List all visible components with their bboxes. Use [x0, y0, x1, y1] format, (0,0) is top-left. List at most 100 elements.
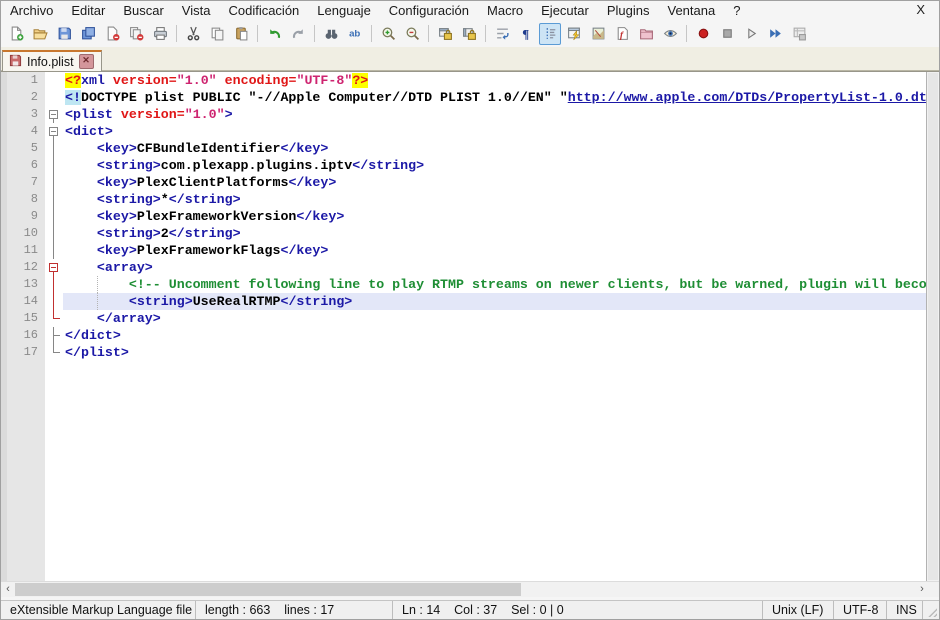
- code-line-14: 14 <string>UseRealRTMP</string>: [1, 293, 927, 310]
- save-button[interactable]: [53, 23, 75, 45]
- code-text[interactable]: <plist version="1.0">: [63, 106, 927, 123]
- vertical-scrollbar[interactable]: [926, 72, 939, 581]
- close-all-button[interactable]: [125, 23, 147, 45]
- playback-macro-button[interactable]: [740, 23, 762, 45]
- fold-toggle-icon[interactable]: [45, 106, 63, 123]
- code-text[interactable]: <string>2</string>: [63, 225, 927, 242]
- undo-button[interactable]: [263, 23, 285, 45]
- editor-empty-area[interactable]: [1, 361, 927, 581]
- fold-toggle-icon[interactable]: [45, 123, 63, 140]
- close-file-icon: [105, 26, 120, 41]
- code-text[interactable]: </plist>: [63, 344, 927, 361]
- menu-plugins[interactable]: Plugins: [598, 2, 659, 19]
- status-bar: eXtensible Markup Language filelength : …: [1, 600, 939, 619]
- sync-scroll-vertical-button[interactable]: [434, 23, 456, 45]
- folder-as-workspace-button[interactable]: [635, 23, 657, 45]
- code-text[interactable]: <string>com.plexapp.plugins.iptv</string…: [63, 157, 927, 174]
- close-file-button[interactable]: [101, 23, 123, 45]
- menu-ventana[interactable]: Ventana: [658, 2, 724, 19]
- toolbar: ab ¶ f: [1, 20, 939, 47]
- redo-button[interactable]: [287, 23, 309, 45]
- replace-button[interactable]: ab: [344, 23, 366, 45]
- code-text[interactable]: <string>*</string>: [63, 191, 927, 208]
- code-text[interactable]: </dict>: [63, 327, 927, 344]
- horizontal-scrollbar[interactable]: ‹ ›: [1, 581, 939, 597]
- zoom-in-button[interactable]: [377, 23, 399, 45]
- menu-ejecutar[interactable]: Ejecutar: [532, 2, 598, 19]
- show-all-characters-button[interactable]: ¶: [515, 23, 537, 45]
- fold-margin: [45, 242, 63, 259]
- fold-margin: [45, 89, 63, 106]
- code-line-5: 5 <key>CFBundleIdentifier</key>: [1, 140, 927, 157]
- fold-margin: [45, 344, 63, 361]
- fold-margin: [45, 72, 63, 89]
- menu-editar[interactable]: Editar: [62, 2, 114, 19]
- status-cursor-position: Ln : 14 Col : 37 Sel : 0 | 0: [393, 601, 763, 619]
- document-map-button[interactable]: [587, 23, 609, 45]
- fold-margin: [45, 174, 63, 191]
- code-text[interactable]: <key>PlexFrameworkVersion</key>: [63, 208, 927, 225]
- monitoring-button[interactable]: [659, 23, 681, 45]
- record-macro-button[interactable]: [692, 23, 714, 45]
- code-text[interactable]: <!-- Uncomment following line to play RT…: [63, 276, 927, 293]
- zoom-out-button[interactable]: [401, 23, 423, 45]
- sync-scroll-horizontal-button[interactable]: [458, 23, 480, 45]
- code-text[interactable]: <!DOCTYPE plist PUBLIC "-//Apple Compute…: [63, 89, 927, 106]
- code-text[interactable]: <array>: [63, 259, 927, 276]
- define-language-button[interactable]: [563, 23, 585, 45]
- scroll-left-arrow[interactable]: ‹: [1, 582, 15, 597]
- tab-info-plist[interactable]: Info.plist ✕: [2, 50, 102, 71]
- toolbar-separator: [428, 25, 429, 42]
- run-macro-multiple-icon: [768, 26, 783, 41]
- toolbar-separator: [686, 25, 687, 42]
- menu-?[interactable]: ?: [724, 2, 749, 19]
- menu-vista[interactable]: Vista: [173, 2, 220, 19]
- show-indent-guide-button[interactable]: [539, 23, 561, 45]
- menu-macro[interactable]: Macro: [478, 2, 532, 19]
- menu-lenguaje[interactable]: Lenguaje: [308, 2, 380, 19]
- scroll-right-arrow[interactable]: ›: [915, 582, 929, 597]
- run-macro-multiple-button[interactable]: [764, 23, 786, 45]
- menu-archivo[interactable]: Archivo: [1, 2, 62, 19]
- function-list-button[interactable]: f: [611, 23, 633, 45]
- notepadpp-window: ArchivoEditarBuscarVistaCodificaciónLeng…: [0, 0, 940, 620]
- code-text[interactable]: <dict>: [63, 123, 927, 140]
- print-button[interactable]: [149, 23, 171, 45]
- fold-margin: [45, 208, 63, 225]
- code-text[interactable]: <?xml version="1.0" encoding="UTF-8"?>: [63, 72, 927, 89]
- line-number: 2: [1, 89, 45, 106]
- fold-toggle-icon[interactable]: [45, 259, 63, 276]
- resize-grip-icon[interactable]: [923, 601, 939, 619]
- tab-label: Info.plist: [27, 55, 74, 69]
- find-button[interactable]: [320, 23, 342, 45]
- save-all-button[interactable]: [77, 23, 99, 45]
- code-text[interactable]: <key>CFBundleIdentifier</key>: [63, 140, 927, 157]
- open-file-button[interactable]: [29, 23, 51, 45]
- menu-codificacin[interactable]: Codificación: [219, 2, 308, 19]
- toolbar-separator: [176, 25, 177, 42]
- stop-recording-button[interactable]: [716, 23, 738, 45]
- code-text[interactable]: <key>PlexClientPlatforms</key>: [63, 174, 927, 191]
- save-macro-button[interactable]: [788, 23, 810, 45]
- new-file-button[interactable]: [5, 23, 27, 45]
- menu-configuracin[interactable]: Configuración: [380, 2, 478, 19]
- tab-close-icon[interactable]: ✕: [79, 54, 94, 69]
- horizontal-scrollbar-thumb[interactable]: [15, 583, 521, 596]
- cut-button[interactable]: [182, 23, 204, 45]
- code-text[interactable]: <string>UseRealRTMP</string>: [63, 293, 927, 310]
- menu-buscar[interactable]: Buscar: [114, 2, 172, 19]
- word-wrap-button[interactable]: [491, 23, 513, 45]
- code-line-10: 10 <string>2</string>: [1, 225, 927, 242]
- code-text[interactable]: </array>: [63, 310, 927, 327]
- vertical-scrollbar-thumb[interactable]: [928, 73, 938, 580]
- paste-button[interactable]: [230, 23, 252, 45]
- status-doc-type: eXtensible Markup Language file: [1, 601, 196, 619]
- line-number: 14: [1, 293, 45, 310]
- window-close-button[interactable]: X: [912, 2, 929, 17]
- code-text[interactable]: <key>PlexFrameworkFlags</key>: [63, 242, 927, 259]
- playback-macro-icon: [744, 26, 759, 41]
- fold-margin: [45, 276, 63, 293]
- line-number: 13: [1, 276, 45, 293]
- copy-button[interactable]: [206, 23, 228, 45]
- record-macro-icon: [696, 26, 711, 41]
